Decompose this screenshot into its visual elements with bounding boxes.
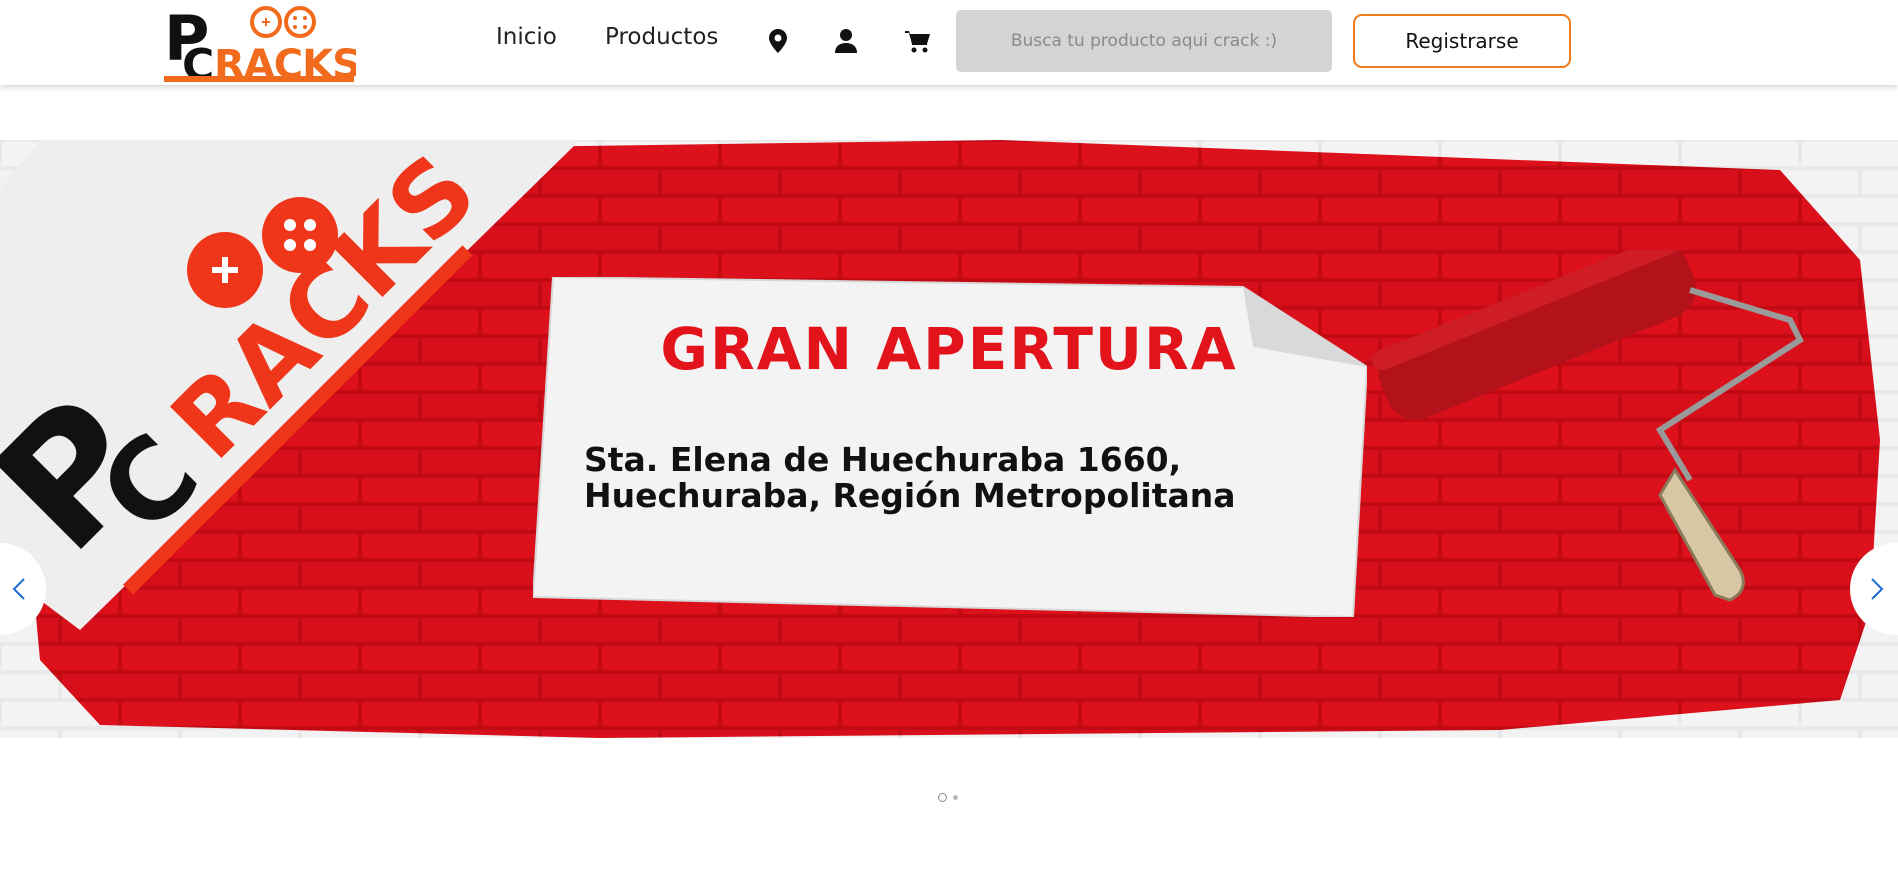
search-input[interactable] (956, 10, 1332, 72)
carousel-dot-1[interactable] (938, 793, 947, 802)
carousel-dot-2[interactable] (953, 795, 958, 800)
chevron-right-icon (1871, 578, 1884, 600)
cart-icon[interactable] (902, 24, 934, 58)
nav-productos[interactable]: Productos (605, 24, 718, 50)
site-logo[interactable]: P C RACKS (164, 2, 361, 91)
user-icon[interactable] (830, 24, 862, 58)
paint-roller-image (1371, 250, 1804, 602)
banner-address-line1: Sta. Elena de Huechuraba 1660, (584, 440, 1182, 479)
site-header: P C RACKS Inicio Productos Registrarse (0, 0, 1898, 91)
banner-address-line2: Huechuraba, Región Metropolitana (584, 476, 1236, 515)
banner-brand-logo: P C RACKS (0, 140, 580, 630)
register-button[interactable]: Registrarse (1353, 14, 1571, 68)
hero-carousel: P C RACKS GRAN APERTURA Sta. Elena de Hu… (0, 140, 1898, 738)
carousel-indicators (938, 793, 958, 802)
nav-inicio[interactable]: Inicio (496, 24, 557, 50)
chevron-left-icon (12, 578, 25, 600)
location-pin-icon[interactable] (762, 24, 794, 58)
